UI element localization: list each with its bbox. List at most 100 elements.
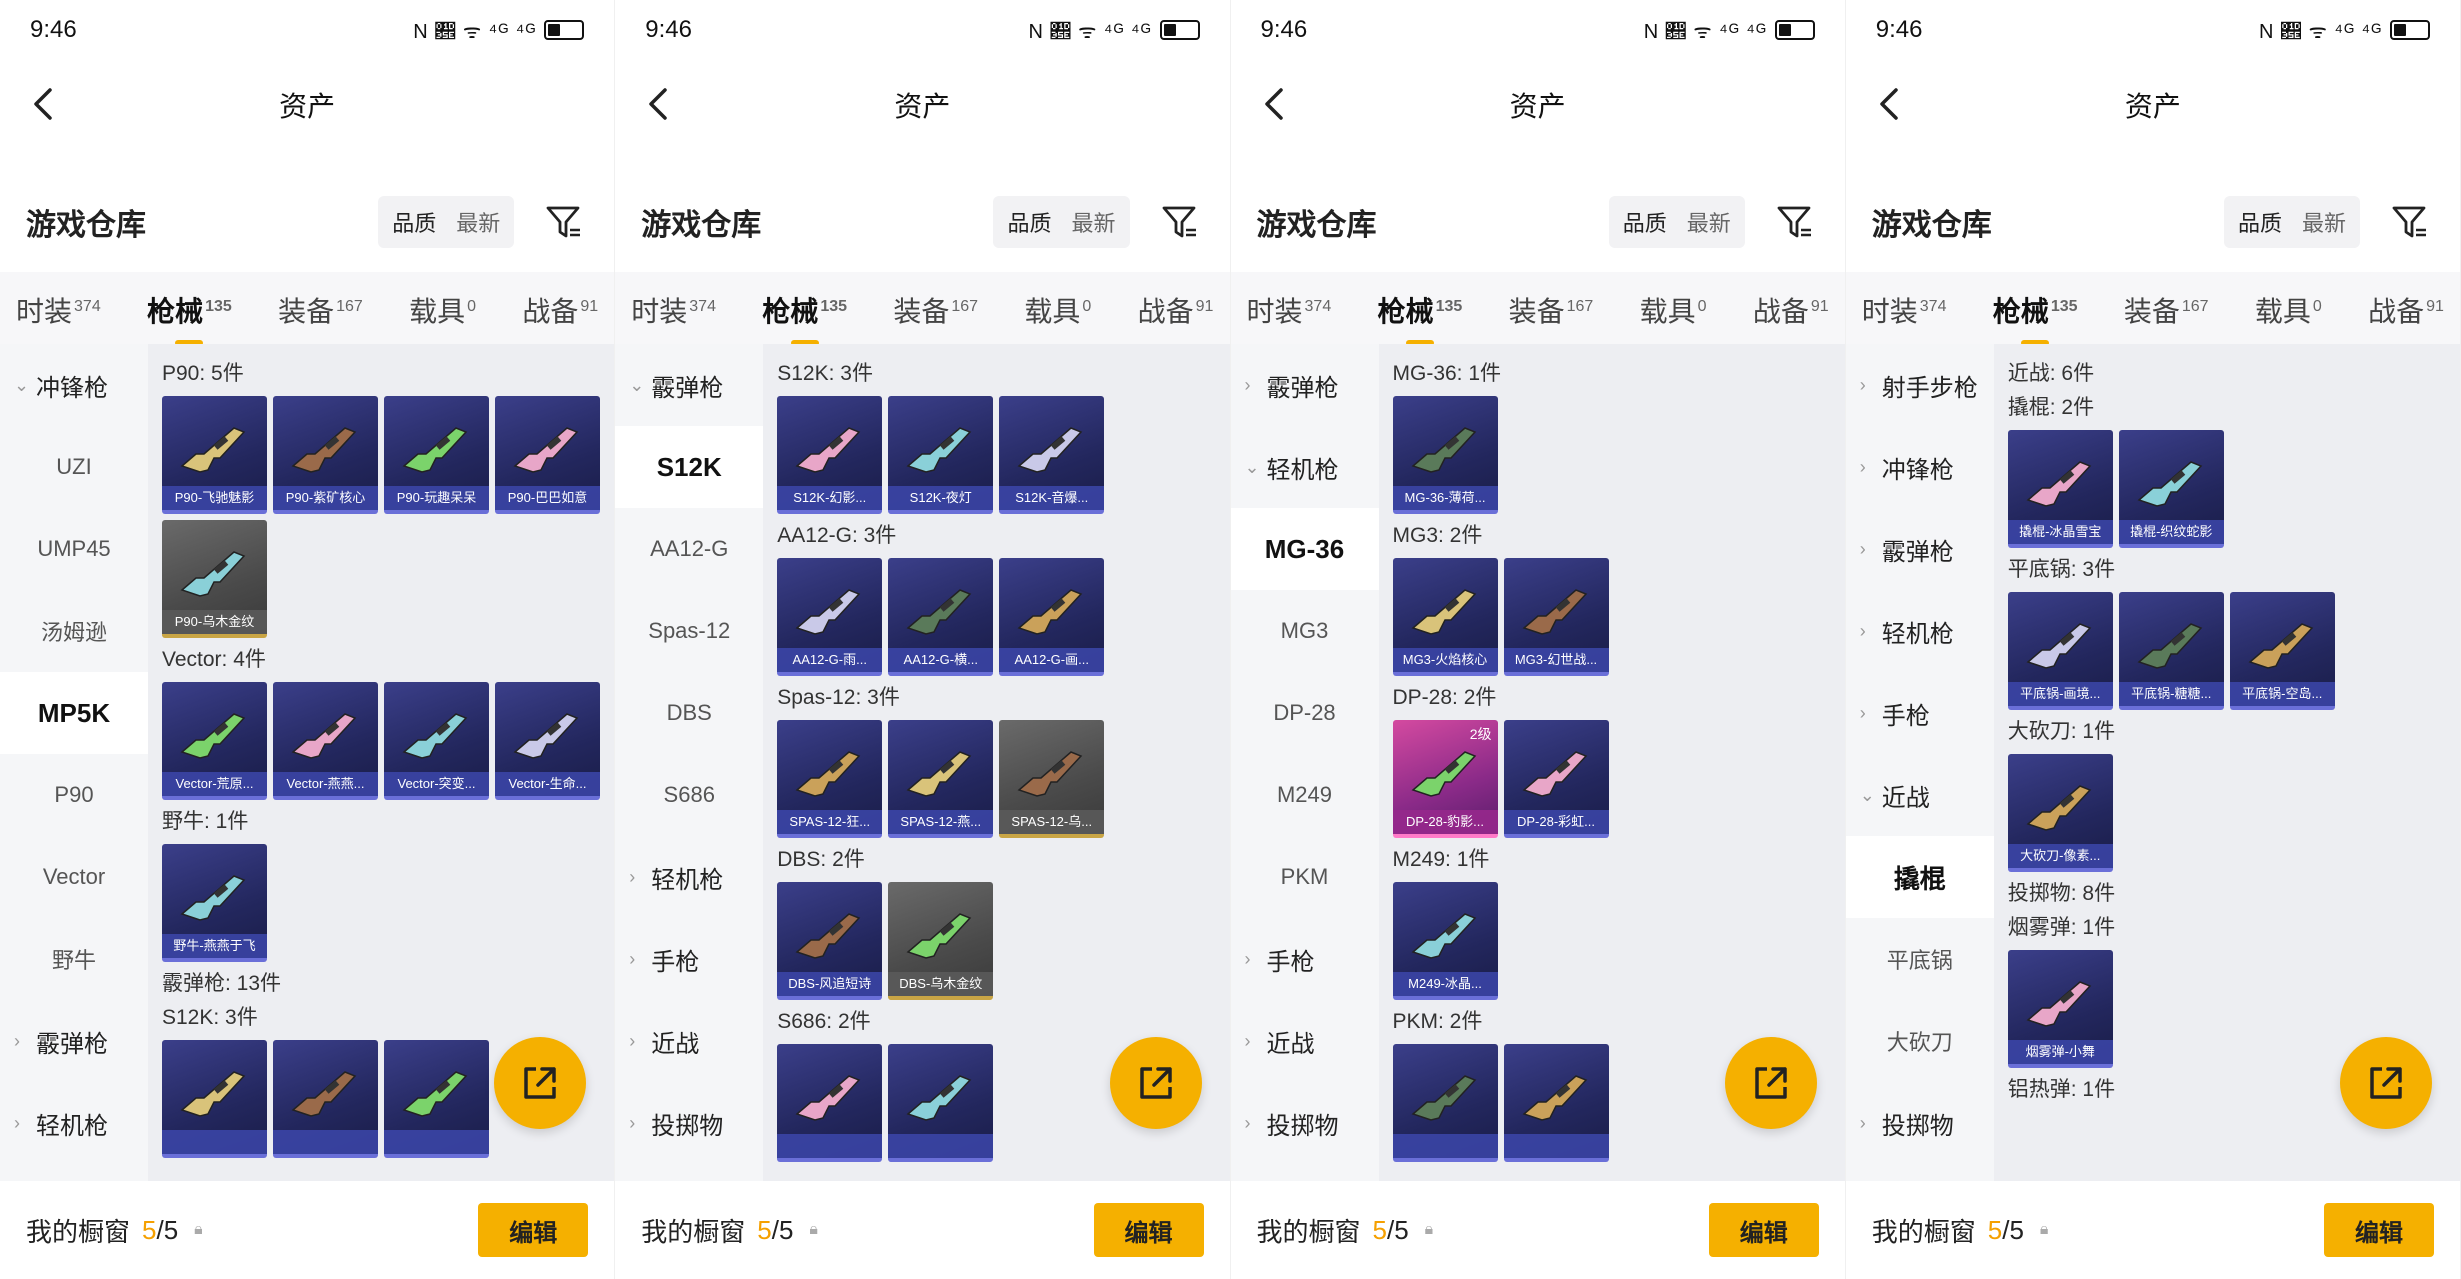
sidebar-item[interactable]: 大砍刀 [1846,1000,1994,1082]
skin-card[interactable]: 平底锅-画境... [2007,592,2113,710]
sort-quality-button[interactable]: 品质 [2228,200,2292,244]
sidebar-item[interactable]: 平底锅 [1846,918,1994,1000]
skin-card[interactable]: P90-飞驰魅影 [162,396,267,514]
skin-card[interactable]: MG-36-薄荷... [1392,396,1498,514]
sidebar-group[interactable]: › 投掷物 [615,1082,763,1164]
skin-card[interactable]: 平底锅-糖糖... [2118,592,2224,710]
skin-card[interactable] [273,1040,378,1158]
sidebar-item[interactable]: 撬棍 [1845,836,1994,918]
tab-0[interactable]: 时装 374 [1862,290,1947,340]
back-arrow-icon[interactable] [1870,84,1910,124]
skin-card[interactable]: M249-冰晶... [1392,882,1498,1000]
filter-icon[interactable] [2390,202,2430,242]
sidebar-group[interactable]: › 轻机枪 [615,836,763,918]
skin-card[interactable]: Vector-燕燕... [273,682,378,800]
skin-card[interactable]: SPAS-12-狂... [777,720,883,838]
sort-latest-button[interactable]: 最新 [1061,200,1125,244]
sidebar-item[interactable]: 汤姆逊 [0,590,148,672]
tab-2[interactable]: 装备 167 [2124,290,2209,340]
sidebar-item[interactable]: MG3 [1231,590,1379,672]
sidebar-group[interactable]: › 手枪 [615,918,763,1000]
tab-2[interactable]: 装备 167 [278,290,363,340]
sidebar-group[interactable]: › 射手步枪 [1846,344,1994,426]
sidebar-item[interactable]: Vector [0,836,148,918]
skin-card[interactable]: P90-乌木金纹 [162,520,267,638]
skin-card[interactable]: P90-紫矿核心 [273,396,378,514]
sidebar-item[interactable]: DP-28 [1231,672,1379,754]
tab-1[interactable]: 枪械 135 [147,290,232,340]
sidebar-group[interactable]: › 近战 [615,1000,763,1082]
sidebar-item[interactable]: 野牛 [0,918,148,1000]
sort-latest-button[interactable]: 最新 [446,200,510,244]
skin-card[interactable]: DBS-乌木金纹 [888,882,994,1000]
tab-1[interactable]: 枪械 135 [1378,290,1463,340]
sidebar-group[interactable]: ⌄ 近战 [1846,754,1994,836]
skin-card[interactable]: 烟雾弹-小舞 [2007,950,2113,1068]
skin-card[interactable] [162,1040,267,1158]
skin-card[interactable]: P90-玩趣呆呆 [384,396,489,514]
skin-card[interactable]: DP-28-彩虹... [1503,720,1609,838]
tab-2[interactable]: 装备 167 [1509,290,1594,340]
sidebar-item[interactable]: M249 [1231,754,1379,836]
skin-card[interactable]: Vector-突变... [384,682,489,800]
tab-3[interactable]: 载具 0 [2255,290,2322,340]
sidebar-item[interactable]: UZI [0,426,148,508]
sidebar-item[interactable]: AA12-G [615,508,763,590]
sidebar-group[interactable]: ⌄ 轻机枪 [1231,426,1379,508]
sidebar-item[interactable]: UMP45 [0,508,148,590]
sidebar-group[interactable]: ⌄ 冲锋枪 [0,344,148,426]
share-button[interactable] [494,1037,587,1129]
share-button[interactable] [1109,1037,1202,1129]
sidebar-group[interactable]: › 霰弹枪 [1846,508,1994,590]
skin-card[interactable]: 野牛-燕燕于飞 [162,844,267,962]
tab-0[interactable]: 时装 374 [1247,290,1332,340]
skin-card[interactable] [888,1044,994,1162]
skin-card[interactable]: Vector-生命... [495,682,600,800]
tab-4[interactable]: 战备 91 [1138,290,1214,340]
sidebar-item[interactable]: MG-36 [1230,508,1379,590]
tab-3[interactable]: 载具 0 [1024,290,1091,340]
skin-card[interactable]: 撬棍-冰晶雪宝 [2007,430,2113,548]
sidebar-item[interactable]: PKM [1231,836,1379,918]
sidebar-group[interactable]: › 投掷物 [1846,1082,1994,1164]
back-arrow-icon[interactable] [1255,84,1295,124]
sidebar-group[interactable]: › 手枪 [1231,918,1379,1000]
sort-latest-button[interactable]: 最新 [1677,200,1741,244]
sidebar-group[interactable]: › 轻机枪 [0,1082,148,1164]
sidebar-group[interactable]: › 手枪 [1846,672,1994,754]
skin-card[interactable]: SPAS-12-乌... [999,720,1105,838]
skin-card[interactable]: AA12-G-雨... [777,558,883,676]
tab-4[interactable]: 战备 91 [2368,290,2444,340]
share-button[interactable] [2340,1037,2432,1129]
skin-card[interactable]: 撬棍-织纹蛇影 [2118,430,2224,548]
sort-quality-button[interactable]: 品质 [1613,200,1677,244]
sidebar-item[interactable]: Spas-12 [615,590,763,672]
skin-card[interactable]: DBS-风追短诗 [777,882,883,1000]
skin-card[interactable] [1392,1044,1498,1162]
tab-0[interactable]: 时装 374 [16,290,101,340]
edit-button[interactable]: 编辑 [1093,1203,1204,1257]
sort-latest-button[interactable]: 最新 [2292,200,2356,244]
tab-1[interactable]: 枪械 135 [1993,290,2078,340]
sidebar-item[interactable]: S686 [615,754,763,836]
sidebar-group[interactable]: › 冲锋枪 [1846,426,1994,508]
skin-card[interactable]: SPAS-12-燕... [888,720,994,838]
tab-2[interactable]: 装备 167 [893,290,978,340]
filter-icon[interactable] [544,202,584,242]
tab-0[interactable]: 时装 374 [631,290,716,340]
sidebar-item[interactable]: S12K [615,426,764,508]
edit-button[interactable]: 编辑 [1708,1203,1819,1257]
skin-card[interactable] [777,1044,883,1162]
sidebar-item[interactable]: DBS [615,672,763,754]
skin-card[interactable]: S12K-幻影... [777,396,883,514]
edit-button[interactable]: 编辑 [478,1203,589,1257]
sidebar-group[interactable]: › 霰弹枪 [0,1000,148,1082]
skin-card[interactable]: AA12-G-画... [999,558,1105,676]
tab-3[interactable]: 载具 0 [409,290,476,340]
filter-icon[interactable] [1775,202,1815,242]
sort-quality-button[interactable]: 品质 [997,200,1061,244]
share-button[interactable] [1724,1037,1817,1129]
sidebar-item[interactable]: MP5K [0,672,148,754]
skin-card[interactable] [1503,1044,1609,1162]
skin-card[interactable]: AA12-G-横... [888,558,994,676]
